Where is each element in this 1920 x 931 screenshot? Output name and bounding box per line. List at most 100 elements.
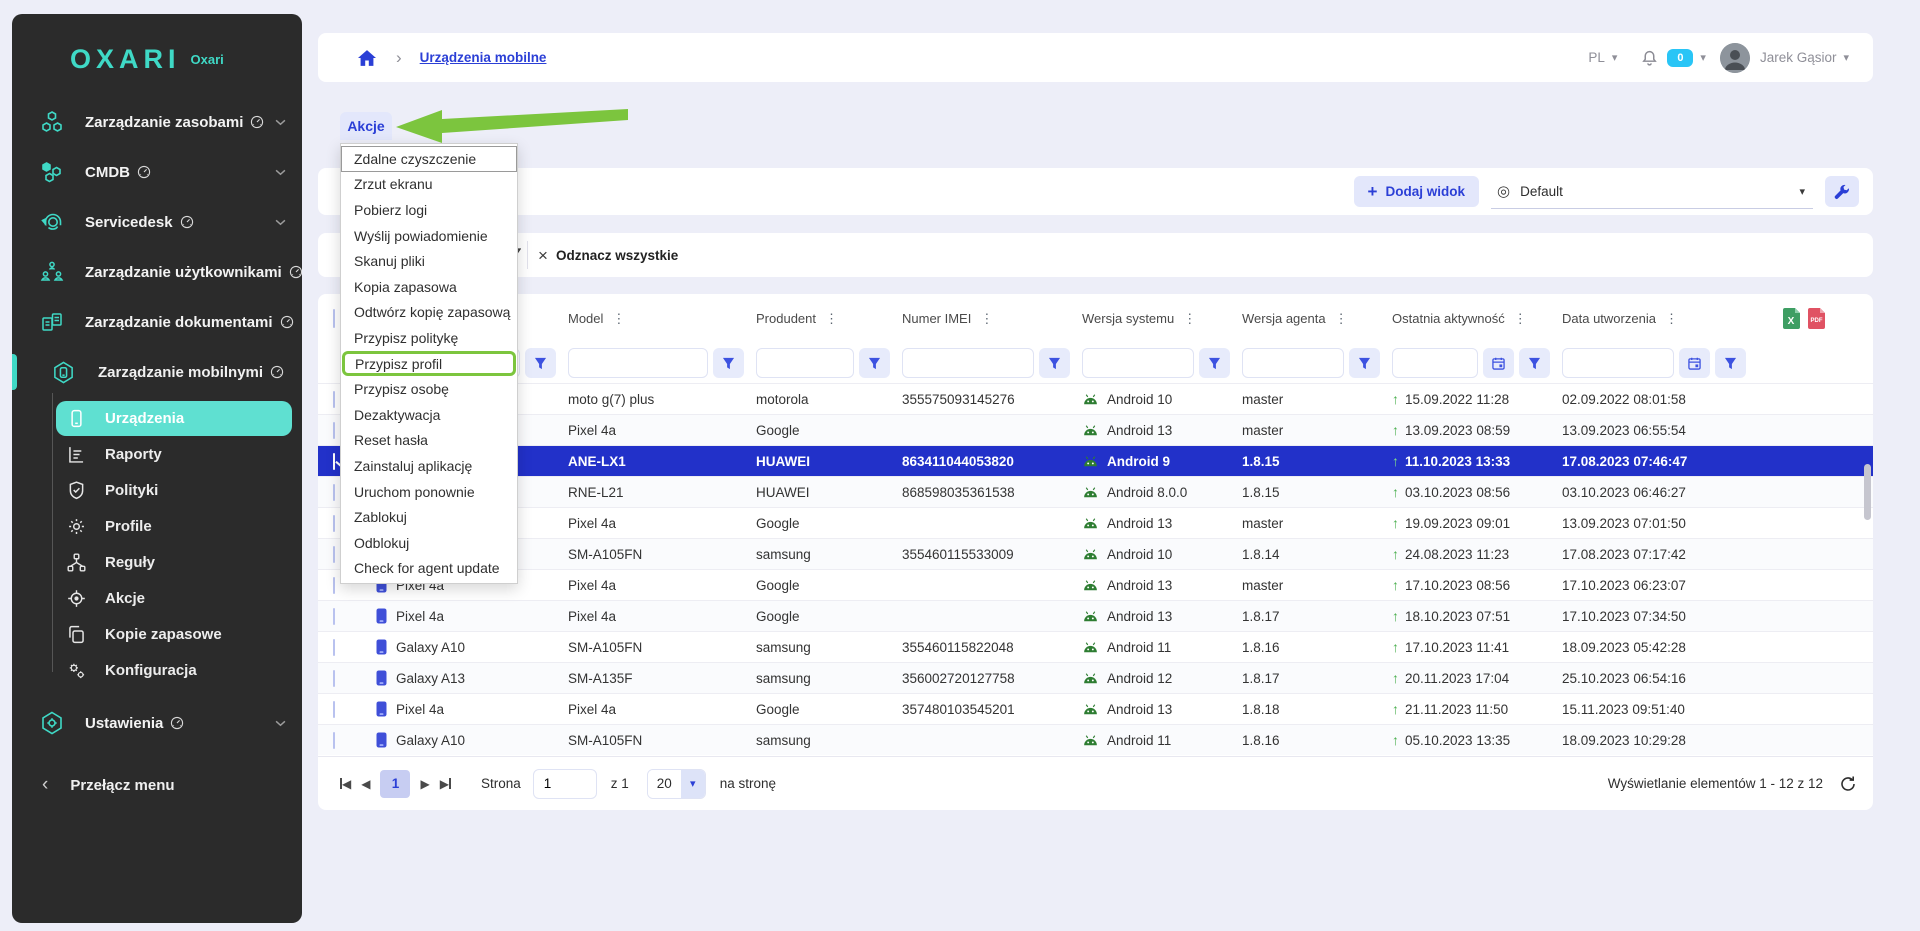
os-filter-button[interactable] <box>1199 348 1230 378</box>
notification-count-badge[interactable]: 0 <box>1667 49 1693 67</box>
row-checkbox[interactable] <box>333 515 335 532</box>
last-activity-filter-button[interactable] <box>1519 348 1550 378</box>
view-select[interactable]: ◎ Default ▾ <box>1491 175 1813 209</box>
menu-item[interactable]: Zainstaluj aplikację <box>341 453 517 479</box>
sidebar-item[interactable]: CMDB <box>12 147 302 197</box>
row-checkbox[interactable] <box>333 577 335 594</box>
last-page-button[interactable]: ▶ <box>440 777 451 791</box>
producer-filter-input[interactable] <box>756 348 854 378</box>
sidebar-subitem[interactable]: Urządzenia <box>56 401 292 436</box>
sidebar-subitem[interactable]: Profile <box>56 509 292 544</box>
table-row[interactable]: RNE-L21 HUAWEI 868598035361538 Android 8… <box>318 476 1873 507</box>
sidebar-subitem[interactable]: Konfiguracja <box>56 653 292 688</box>
breadcrumb[interactable]: Urządzenia mobilne <box>420 50 547 65</box>
sidebar-item-settings[interactable]: Ustawienia <box>12 698 302 748</box>
menu-item[interactable]: Wyślij powiadomienie <box>341 223 517 249</box>
column-menu-icon[interactable]: ⋮ <box>1335 311 1348 327</box>
select-all-checkbox[interactable] <box>333 309 335 328</box>
sidebar-item-mobile-management[interactable]: Zarządzanie mobilnymi <box>12 347 302 397</box>
current-page-button[interactable]: 1 <box>380 770 410 798</box>
sidebar-item[interactable]: Zarządzanie dokumentami <box>12 297 302 347</box>
menu-item[interactable]: Pobierz logi <box>341 197 517 223</box>
menu-item[interactable]: Reset hasła <box>341 428 517 454</box>
add-view-button[interactable]: + Dodaj widok <box>1354 176 1479 207</box>
close-icon[interactable]: × <box>538 247 548 264</box>
chevron-down-icon[interactable]: ▾ <box>1700 51 1706 64</box>
table-row[interactable]: Pixel 4a Pixel 4a Google Android 13 mast… <box>318 569 1873 600</box>
row-checkbox[interactable] <box>333 608 335 625</box>
menu-item[interactable]: Skanuj pliki <box>341 248 517 274</box>
menu-item[interactable]: Przypisz osobę <box>341 376 517 402</box>
chevron-down-icon[interactable]: ▾ <box>1843 51 1849 64</box>
home-icon[interactable] <box>358 50 376 66</box>
column-menu-icon[interactable]: ⋮ <box>1183 311 1196 327</box>
previous-page-button[interactable]: ◀ <box>361 777 370 791</box>
language-selector[interactable]: PL <box>1588 50 1605 65</box>
table-row[interactable]: SM-A105FN samsung 355460115533009 Androi… <box>318 538 1873 569</box>
actions-button[interactable]: Akcje <box>340 112 392 140</box>
model-filter-button[interactable] <box>713 348 744 378</box>
sidebar-subitem[interactable]: Polityki <box>56 473 292 508</box>
menu-item[interactable]: Uruchom ponownie <box>341 479 517 505</box>
row-checkbox[interactable] <box>333 670 335 687</box>
row-checkbox[interactable] <box>333 484 335 501</box>
menu-item[interactable]: Przypisz profil <box>342 351 516 377</box>
menu-item[interactable]: Przypisz politykę <box>341 325 517 351</box>
last-activity-filter-input[interactable] <box>1392 348 1478 378</box>
agent-filter-button[interactable] <box>1349 348 1380 378</box>
column-menu-icon[interactable]: ⋮ <box>825 311 838 327</box>
row-checkbox[interactable] <box>333 639 335 656</box>
menu-item[interactable]: Zrzut ekranu <box>341 172 517 198</box>
export-pdf-icon[interactable]: PDF <box>1807 308 1826 329</box>
sidebar-item[interactable]: Zarządzanie użytkownikami <box>12 247 302 297</box>
created-filter-input[interactable] <box>1562 348 1674 378</box>
column-header[interactable]: Produdent ⋮ <box>756 311 902 327</box>
deselect-all-button[interactable]: Odznacz wszystkie <box>556 248 678 263</box>
producer-filter-button[interactable] <box>859 348 890 378</box>
table-row[interactable]: Pixel 4a Google Android 13 master ↑ 13.0… <box>318 414 1873 445</box>
column-header[interactable]: Numer IMEI ⋮ <box>902 311 1082 327</box>
next-page-button[interactable]: ▶ <box>420 777 429 791</box>
column-menu-icon[interactable]: ⋮ <box>1514 311 1527 327</box>
column-header[interactable]: Wersja agenta ⋮ <box>1242 311 1392 327</box>
imei-filter-input[interactable] <box>902 348 1034 378</box>
toggle-menu-button[interactable]: ‹ Przełącz menu <box>12 762 302 808</box>
sidebar-subitem[interactable]: Raporty <box>56 437 292 472</box>
last-activity-calendar-button[interactable] <box>1483 348 1514 378</box>
table-row[interactable]: ANE-LX1 HUAWEI 863411044053820 Android 9… <box>318 445 1873 476</box>
sidebar-item[interactable]: Servicedesk <box>12 197 302 247</box>
table-row[interactable]: Galaxy A10 SM-A105FN samsung Android 11 … <box>318 724 1873 755</box>
avatar[interactable] <box>1720 43 1750 73</box>
row-checkbox[interactable] <box>333 546 335 563</box>
menu-item[interactable]: Zablokuj <box>341 504 517 530</box>
column-menu-icon[interactable]: ⋮ <box>1665 311 1678 327</box>
sidebar-item[interactable]: Zarządzanie zasobami <box>12 97 302 147</box>
name-filter-button[interactable] <box>525 348 556 378</box>
first-page-button[interactable]: ◀ <box>340 777 351 791</box>
row-checkbox[interactable] <box>333 701 335 718</box>
table-row[interactable]: Galaxy A13 SM-A135F samsung 356002720127… <box>318 662 1873 693</box>
per-page-select[interactable]: 20 ▾ <box>647 769 706 799</box>
sidebar-subitem[interactable]: Kopie zapasowe <box>56 617 292 652</box>
sidebar-subitem[interactable]: Reguły <box>56 545 292 580</box>
sidebar-subitem[interactable]: Akcje <box>56 581 292 616</box>
imei-filter-button[interactable] <box>1039 348 1070 378</box>
menu-item[interactable]: Kopia zapasowa <box>341 274 517 300</box>
row-checkbox[interactable] <box>333 453 335 470</box>
configure-views-button[interactable] <box>1825 176 1859 207</box>
scrollbar-thumb[interactable] <box>1864 464 1871 520</box>
row-checkbox[interactable] <box>333 732 335 749</box>
column-header[interactable]: Ostatnia aktywność ⋮ <box>1392 311 1562 327</box>
model-filter-input[interactable] <box>568 348 708 378</box>
table-row[interactable]: Galaxy A10 SM-A105FN samsung 35546011582… <box>318 631 1873 662</box>
page-number-input[interactable] <box>533 769 597 799</box>
table-row[interactable]: Pixel 4a Pixel 4a Google Android 13 1.8.… <box>318 600 1873 631</box>
menu-item[interactable]: Dezaktywacja <box>341 402 517 428</box>
refresh-icon[interactable] <box>1839 775 1857 793</box>
row-checkbox[interactable] <box>333 391 335 408</box>
column-header[interactable]: Data utworzenia ⋮ <box>1562 311 1758 327</box>
column-menu-icon[interactable]: ⋮ <box>980 311 993 327</box>
created-calendar-button[interactable] <box>1679 348 1710 378</box>
chevron-down-icon[interactable]: ▾ <box>1612 51 1618 64</box>
row-checkbox[interactable] <box>333 422 335 439</box>
